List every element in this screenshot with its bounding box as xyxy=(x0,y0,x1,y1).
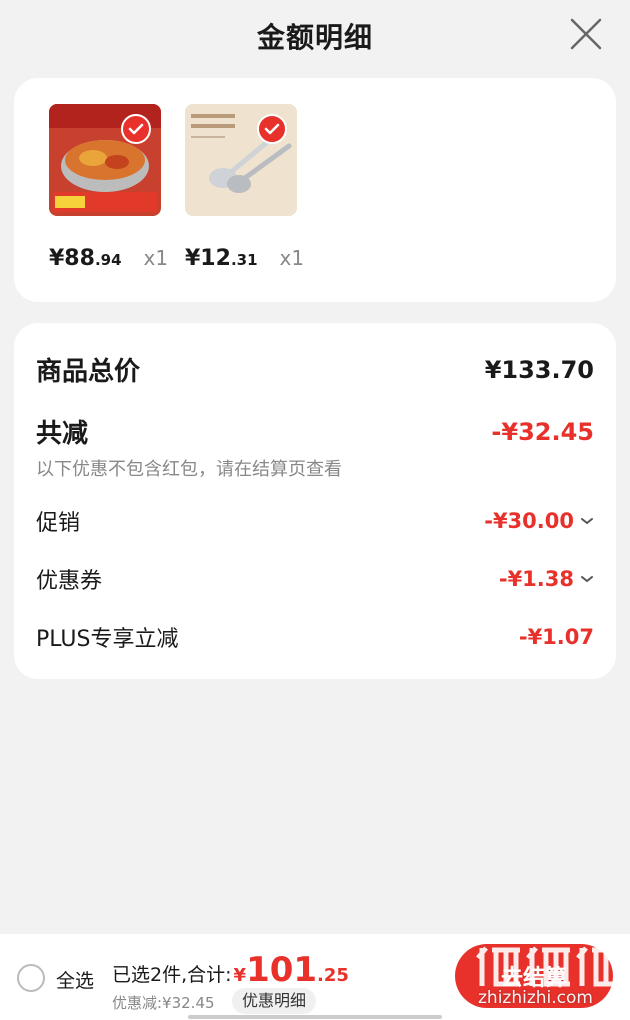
total-price-label: 商品总价 xyxy=(36,357,141,387)
home-indicator[interactable] xyxy=(188,1015,442,1019)
price-decimal: .94 xyxy=(94,251,122,269)
checkmark-icon xyxy=(257,114,287,144)
price-integer: ¥88 xyxy=(49,246,95,271)
product-price: ¥12 .31 x1 xyxy=(185,246,325,271)
total-integer: 101 xyxy=(246,950,318,990)
total-reduction-label: 共减 xyxy=(36,419,89,449)
product-item[interactable]: ¥12 .31 x1 xyxy=(185,104,304,271)
total-currency: ¥ xyxy=(233,965,247,986)
promotion-amount: -¥30.00 xyxy=(484,509,574,533)
coupon-value: -¥1.38 xyxy=(499,567,594,591)
plus-reduction-row: PLUS专享立减 -¥1.07 xyxy=(36,621,594,653)
discount-summary: 优惠减:¥32.45 xyxy=(112,994,215,1012)
total-decimal: .25 xyxy=(317,965,349,986)
chevron-down-icon[interactable] xyxy=(580,516,594,526)
product-item[interactable]: ¥88 .94 x1 xyxy=(49,104,168,271)
total-price-value: ¥133.70 xyxy=(484,355,594,384)
product-price: ¥88 .94 x1 xyxy=(49,246,189,271)
page-title: 金额明细 xyxy=(256,21,373,54)
total-price-row: 商品总价 ¥133.70 xyxy=(36,351,594,388)
plus-reduction-value: -¥1.07 xyxy=(518,625,594,649)
discount-detail-button[interactable]: 优惠明细 xyxy=(232,988,317,1014)
order-summary: 已选2件,合计: ¥ 101 .25 xyxy=(112,950,349,990)
chevron-down-icon[interactable] xyxy=(580,574,594,584)
products-card: ¥88 .94 x1 ¥12 .31 x1 xyxy=(14,78,616,302)
checkout-button[interactable]: 去结算 xyxy=(455,944,613,1008)
promotion-value: -¥30.00 xyxy=(484,509,594,533)
promotion-label: 促销 xyxy=(36,511,81,536)
price-detail-card: 商品总价 ¥133.70 共减 -¥32.45 以下优惠不包含红包，请在结算页查… xyxy=(14,323,616,679)
price-integer: ¥12 xyxy=(185,246,231,271)
checkout-bar: 全选 已选2件,合计: ¥ 101 .25 优惠减:¥32.45 优惠明细 去结… xyxy=(0,934,630,1020)
discount-note: 以下优惠不包含红包，请在结算页查看 xyxy=(36,459,342,480)
checkmark-icon xyxy=(121,114,151,144)
product-quantity: x1 xyxy=(143,246,169,270)
promotion-row[interactable]: 促销 -¥30.00 xyxy=(36,505,594,537)
select-all-label[interactable]: 全选 xyxy=(56,966,94,993)
close-icon[interactable] xyxy=(568,16,604,52)
total-reduction-value: -¥32.45 xyxy=(491,417,594,446)
header: 金额明细 xyxy=(0,0,630,72)
product-quantity: x1 xyxy=(279,246,305,270)
summary-text: 已选2件,合计: xyxy=(112,964,232,986)
coupon-label: 优惠券 xyxy=(36,569,103,594)
price-decimal: .31 xyxy=(230,251,258,269)
total-reduction-row: 共减 -¥32.45 xyxy=(36,413,594,450)
product-image-hotpot[interactable] xyxy=(49,104,161,216)
select-all-radio[interactable] xyxy=(17,964,45,992)
product-image-spoon[interactable] xyxy=(185,104,297,216)
plus-reduction-label: PLUS专享立减 xyxy=(36,627,179,652)
coupon-row[interactable]: 优惠券 -¥1.38 xyxy=(36,563,594,595)
coupon-amount: -¥1.38 xyxy=(498,567,574,591)
